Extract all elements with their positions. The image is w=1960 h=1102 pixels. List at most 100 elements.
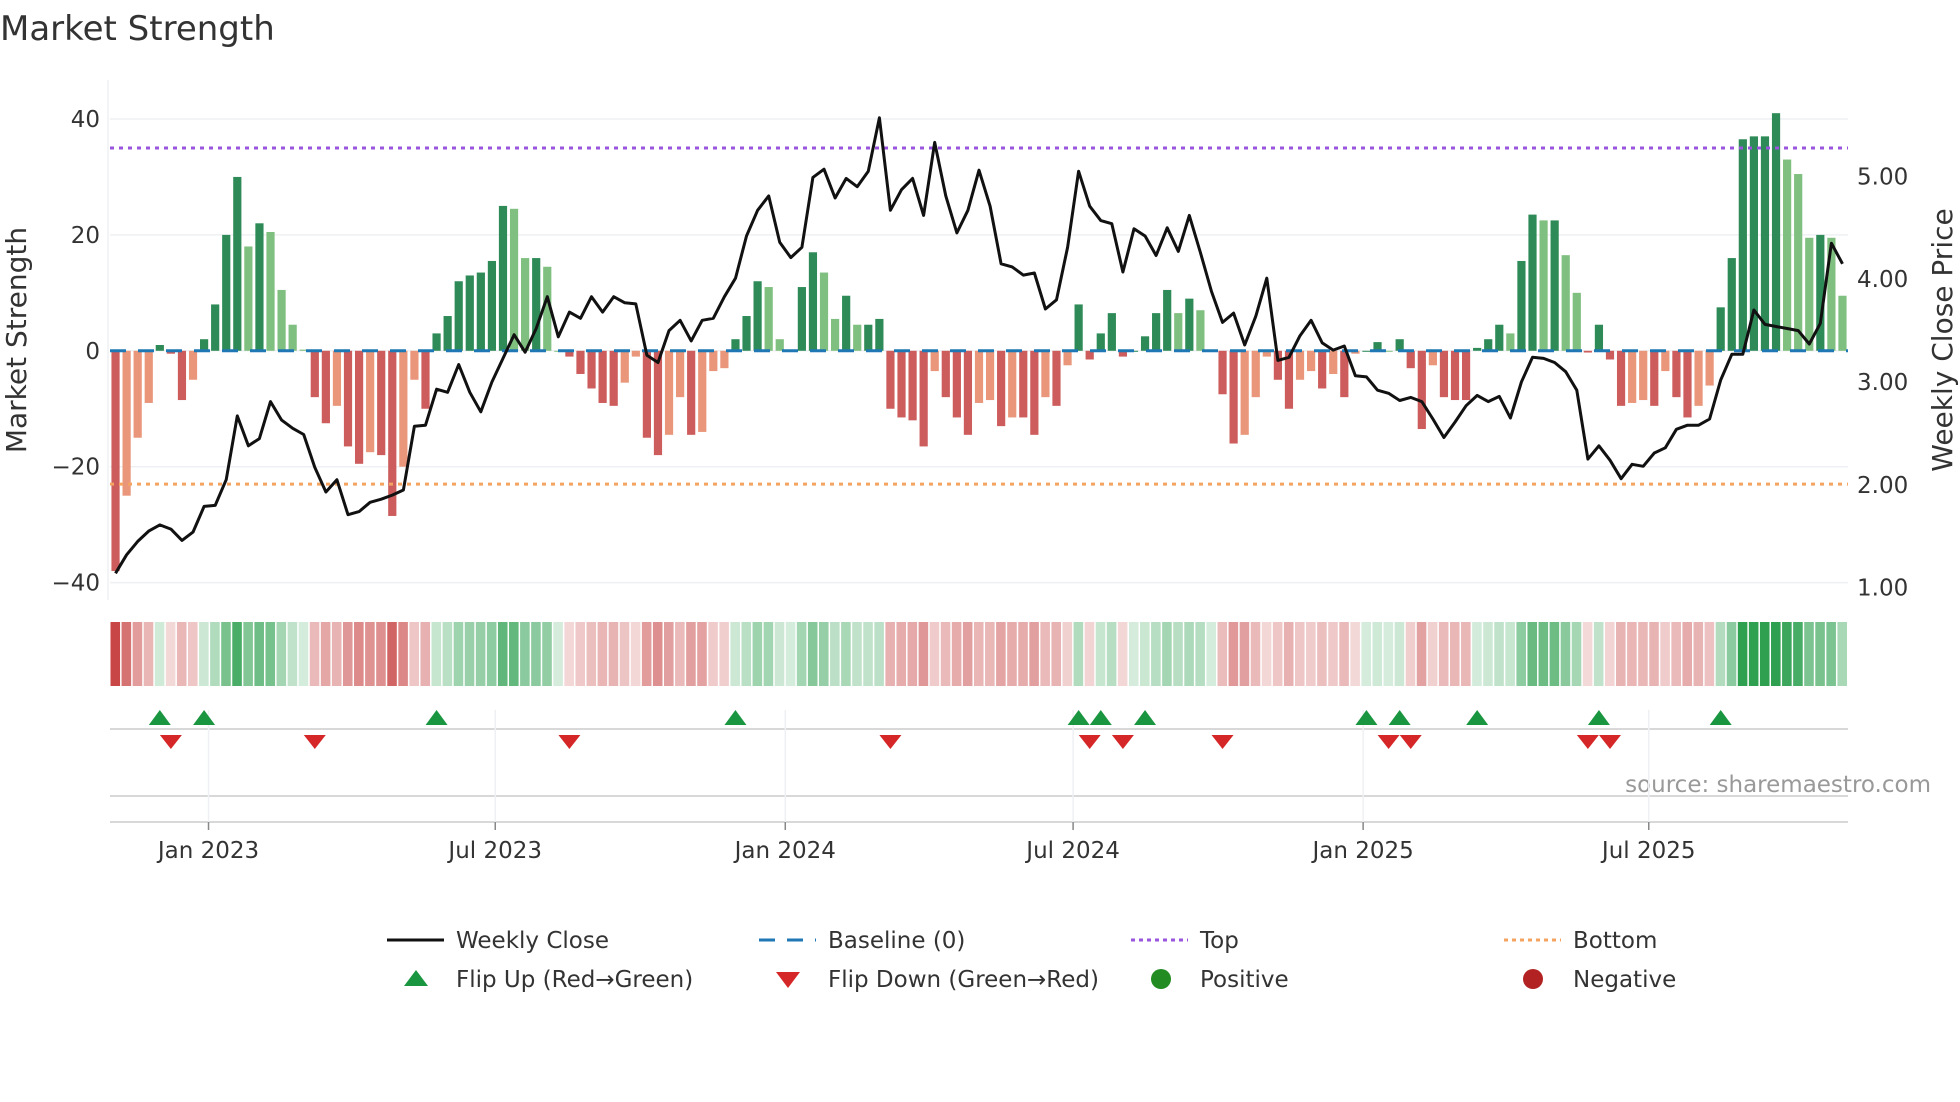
strength-bar xyxy=(1406,350,1415,369)
strip-cell xyxy=(243,622,253,686)
strip-cell xyxy=(1239,622,1250,686)
strength-bar xyxy=(1041,350,1050,398)
flip-markers xyxy=(110,710,1848,830)
strength-bar xyxy=(653,350,663,456)
strength-bar xyxy=(587,350,596,389)
strength-bar xyxy=(487,260,497,351)
strip-cell xyxy=(376,622,386,686)
legend-item-negative: Negative xyxy=(1523,967,1676,993)
strength-bar xyxy=(819,272,829,351)
strip-cell xyxy=(885,622,895,686)
strip-cell xyxy=(210,622,220,686)
strength-bar xyxy=(144,350,153,403)
strip-cell xyxy=(509,622,519,686)
strength-bar xyxy=(1251,350,1260,398)
strength-bar xyxy=(155,345,164,351)
strength-bar xyxy=(1528,214,1537,351)
strip-cell xyxy=(1427,622,1438,686)
strip-cell xyxy=(287,622,298,686)
strength-bar xyxy=(1107,313,1116,351)
strip-cell xyxy=(1494,622,1504,686)
strip-cell xyxy=(1405,622,1416,686)
strip-cell xyxy=(431,622,442,686)
strip-cell xyxy=(1571,622,1582,686)
strength-bar xyxy=(133,350,142,438)
strip-cell xyxy=(852,622,862,686)
strip-cell xyxy=(1062,622,1073,686)
x-tick-label: Jan 2024 xyxy=(733,838,836,864)
strength-bar xyxy=(620,350,629,383)
y2-tick-label: 4.00 xyxy=(1857,267,1908,293)
strength-bar xyxy=(1174,313,1183,351)
strip-cell xyxy=(652,622,663,686)
strength-bar xyxy=(676,350,685,398)
flip-up-marker xyxy=(1067,710,1090,725)
strength-bar xyxy=(1295,350,1305,380)
y-tick-label: 0 xyxy=(85,339,100,365)
strength-bar xyxy=(1672,350,1681,398)
strength-bar xyxy=(199,339,209,351)
strip-cell xyxy=(1804,622,1814,686)
strip-cell xyxy=(254,622,264,686)
strength-bar xyxy=(1428,350,1437,366)
strength-bar xyxy=(631,350,640,357)
strip-cell xyxy=(630,622,641,686)
strength-bar xyxy=(753,281,762,351)
strip-cell xyxy=(719,622,729,686)
strength-bar xyxy=(842,295,851,351)
strength-bar xyxy=(1783,159,1792,351)
strip-cell xyxy=(1217,622,1228,686)
strength-bar xyxy=(288,324,297,351)
x-tick-label: Jan 2025 xyxy=(1310,838,1413,864)
strip-cell xyxy=(807,622,818,686)
strength-bar xyxy=(930,350,939,372)
y2-tick-label: 1.00 xyxy=(1857,576,1908,602)
legend-item-flip-down: Flip Down (Green→Red) xyxy=(776,967,1099,993)
strip-cell xyxy=(1538,622,1549,686)
strength-bar xyxy=(233,176,242,351)
strength-bar xyxy=(1572,292,1581,351)
strength-bar xyxy=(476,272,485,351)
strength-bar xyxy=(277,289,286,351)
strip-cell xyxy=(708,622,718,686)
flip-down-marker xyxy=(1377,735,1400,749)
strip-cell xyxy=(686,622,696,686)
strip-cell xyxy=(863,622,873,686)
strength-bar xyxy=(1727,258,1736,351)
strip-cell xyxy=(132,622,143,686)
strip-cell xyxy=(1261,622,1272,686)
strength-bar xyxy=(731,339,740,351)
strength-bar xyxy=(465,275,474,351)
strip-cell xyxy=(165,622,176,686)
legend-label: Positive xyxy=(1200,967,1289,993)
strip-cell xyxy=(1272,622,1283,686)
strength-bar xyxy=(1052,350,1061,406)
strength-bar xyxy=(1794,174,1803,351)
strength-bar xyxy=(211,304,220,351)
strip-cell xyxy=(1782,622,1792,686)
strip-cell xyxy=(1372,622,1383,686)
strength-bar xyxy=(1140,336,1150,351)
strength-bar xyxy=(266,231,275,351)
strength-bar xyxy=(1240,350,1249,435)
strip-cell xyxy=(774,622,785,686)
strip-cell xyxy=(365,622,375,686)
strip-cell xyxy=(874,622,884,686)
strength-bar xyxy=(886,350,895,409)
strength-bar xyxy=(377,350,386,456)
strip-cell xyxy=(741,622,752,686)
strip-cell xyxy=(1837,622,1847,686)
strip-cell xyxy=(1638,622,1648,686)
strength-bar xyxy=(1329,350,1338,374)
strip-cell xyxy=(199,622,209,686)
strip-cell xyxy=(1228,622,1239,686)
strength-bar xyxy=(366,350,375,453)
legend-item-positive: Positive xyxy=(1151,967,1289,993)
strip-cell xyxy=(320,622,331,686)
strip-cell xyxy=(796,622,807,686)
strip-cell xyxy=(1073,622,1084,686)
strength-bar xyxy=(1484,339,1493,351)
strength-bar xyxy=(332,350,342,406)
strip-cell xyxy=(553,622,563,686)
strip-cell xyxy=(1472,622,1482,686)
